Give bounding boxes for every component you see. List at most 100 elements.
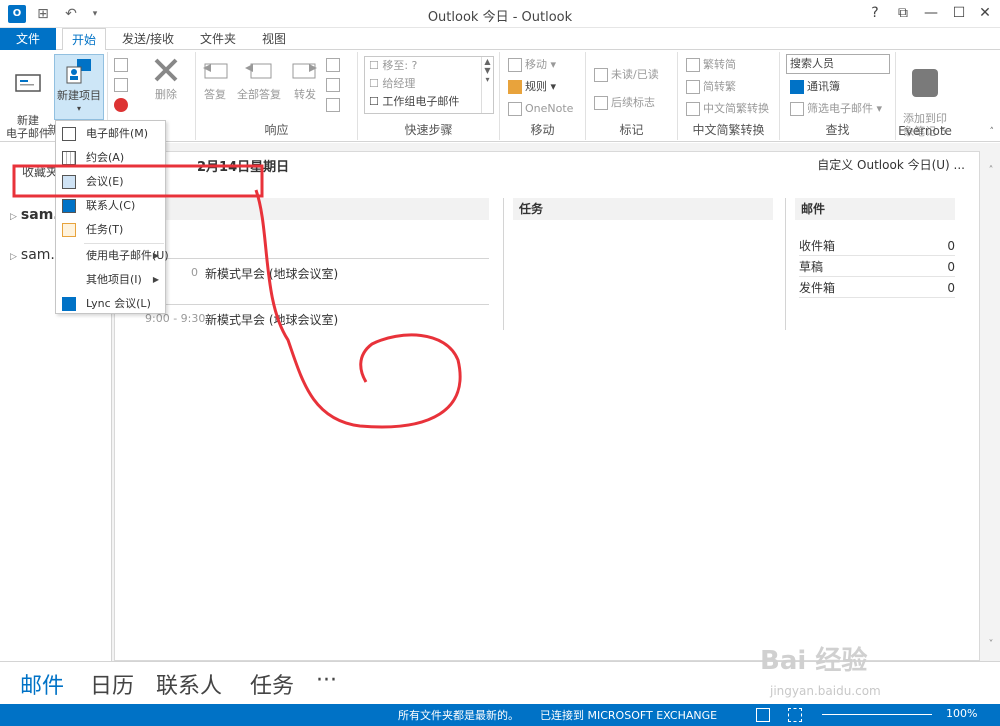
search-people-input[interactable]: 搜索人员 [786,54,890,74]
reply-all-icon [245,63,272,79]
menu-item-email[interactable]: 电子邮件(M) [56,123,165,145]
mail-row-drafts[interactable]: 草稿 0 [799,257,955,277]
chevron-down-icon: ▾ [76,104,81,113]
address-book-icon [790,80,804,94]
nav-tasks[interactable]: 任务 [250,668,294,700]
unread-read-button[interactable]: 未读/已读 [594,66,659,84]
new-items-button[interactable]: 新建项目 ▾ [54,54,104,120]
menu-item-appointment[interactable]: 约会(A) [56,147,165,169]
mail-row-outbox[interactable]: 发件箱 0 [799,278,955,298]
help-button[interactable]: ? [860,2,890,24]
calendar-icon [62,151,76,165]
account-1[interactable]: ▷ sam. [10,207,59,223]
tab-file[interactable]: 文件 [0,28,56,50]
menu-item-task[interactable]: 任务(T) [56,219,165,241]
tab-send-receive[interactable]: 发送/接收 [116,28,180,50]
status-bar: 所有文件夹都是最新的。 已连接到 MICROSOFT EXCHANGE 100% [0,704,1000,726]
submenu-arrow-icon: ▶ [152,251,159,260]
quickstep-move-to[interactable]: ☐ 移至: ? [365,57,493,75]
baidu-watermark: Bai 经验 [760,646,868,676]
reply-label: 答复 [204,88,226,101]
im-reply-button[interactable] [326,76,343,94]
trad-to-simp-button[interactable]: 繁转简 [686,56,736,74]
menu-item-contact[interactable]: 联系人(C) [56,195,165,217]
onenote-button[interactable]: OneNote [508,100,573,118]
quicksteps-scroll[interactable]: ▲ ▼ ▾ [481,57,493,113]
nav-mail[interactable]: 邮件 [20,668,64,700]
submenu-arrow-icon: ▶ [152,275,159,284]
tab-view[interactable]: 视图 [254,28,294,50]
mail-section-header: 邮件 [795,198,955,220]
expand-icon: ▷ [10,252,17,262]
move-button[interactable]: 移动 ▾ [508,56,556,74]
group-tags-label: 标记 [619,123,644,137]
menu-item-email-using[interactable]: 使用电子邮件(U) ▶ [56,245,169,267]
group-respond: 答复 全部答复 转发 响应 [196,52,358,140]
scroll-up-icon[interactable]: ˄ [982,165,1000,176]
quicksteps-gallery[interactable]: ☐ 移至: ? ☐ 给经理 ☐ 工作组电子邮件 ▲ ▼ ▾ [364,56,494,114]
quickstep-team-email[interactable]: ☐ 工作组电子邮件 [365,93,493,111]
junk-button[interactable] [114,96,131,114]
cleanup-button[interactable] [114,76,131,94]
address-book-button[interactable]: 通讯簿 [790,78,840,96]
nav-calendar[interactable]: 日历 [90,668,134,700]
meeting-reply-button[interactable] [326,56,343,74]
ignore-button[interactable] [114,56,131,74]
email-icon [15,74,41,92]
tab-folder[interactable]: 文件夹 [194,28,242,50]
delete-icon [154,58,178,82]
reply-all-label: 全部答复 [237,88,281,101]
more-respond-button[interactable] [326,96,343,114]
manager-icon: ☐ [369,77,383,90]
collapse-ribbon-icon[interactable]: ˄ [990,127,995,137]
group-move-label: 移动 [530,123,555,137]
ribbon-display-button[interactable]: ⧉ [888,2,918,24]
vertical-scrollbar[interactable]: ˄ ˅ [982,151,1000,661]
reading-view-icon[interactable] [788,708,802,722]
menu-item-meeting[interactable]: 会议(E) [56,171,165,193]
column-divider [785,198,786,330]
chinese-convert-button[interactable]: 中文简繁转换 [686,100,769,118]
outlook-today-pane: 2月14日星期日 自定义 Outlook 今日(U) ... 0 新模式早会 (… [112,143,1000,661]
envelope-icon [594,68,608,82]
menu-item-more-items[interactable]: 其他项目(I) ▶ [56,269,165,291]
appointment-title[interactable]: 新模式早会 (地球会议室) [205,311,338,328]
group-respond-label: 响应 [264,123,289,137]
appointment-title[interactable]: 新模式早会 (地球会议室) [205,265,338,282]
close-button[interactable]: ✕ [970,2,1000,24]
reply-all-button[interactable]: 全部答复 [234,54,284,101]
zoom-slider[interactable] [822,714,932,715]
menu-item-lync-meeting[interactable]: Lync 会议(L) [56,293,165,315]
zoom-level[interactable]: 100% [946,707,977,720]
ignore-icon [114,58,128,72]
expand-icon: ▷ [10,212,17,222]
customize-outlook-today-link[interactable]: 自定义 Outlook 今日(U) ... [817,156,965,173]
forward-button[interactable]: 转发 [288,54,322,101]
meeting-icon [326,58,340,72]
filter-email-button[interactable]: 筛选电子邮件 ▾ [790,100,882,118]
normal-view-icon[interactable] [756,708,770,722]
favorites-header[interactable]: 收藏夹 [22,163,58,180]
followup-button[interactable]: 后续标志 [594,94,655,112]
nav-contacts[interactable]: 联系人 [156,668,222,700]
group-evernote-label: Evernote [898,124,952,138]
account-2[interactable]: ▷ sam.l [10,247,59,263]
tab-home[interactable]: 开始 [62,28,106,51]
mail-row-inbox[interactable]: 收件箱 0 [799,236,955,256]
forward-icon [292,63,317,79]
new-items-menu: 电子邮件(M) 约会(A) 会议(E) 联系人(C) 任务(T) 使用电子邮件(… [55,120,169,315]
reply-button[interactable]: 答复 [198,54,232,101]
rules-button[interactable]: 规则 ▾ [508,78,556,96]
convert-icon [686,102,700,116]
group-chinese-label: 中文简繁转换 [692,123,765,137]
minimize-button[interactable]: — [916,2,946,24]
group-move: 移动 ▾ 规则 ▾ OneNote 移动 [500,52,586,140]
nav-more[interactable]: ··· [316,668,337,693]
appointment-time: 0 [191,266,198,279]
group-evernote: 添加到印 象笔记 5 Evernote [896,52,954,140]
reply-icon [203,63,228,79]
delete-button[interactable]: 删除 [144,54,188,101]
scroll-down-icon[interactable]: ˅ [982,639,1000,650]
quickstep-to-manager[interactable]: ☐ 给经理 [365,75,493,93]
simp-to-trad-button[interactable]: 简转繁 [686,78,736,96]
